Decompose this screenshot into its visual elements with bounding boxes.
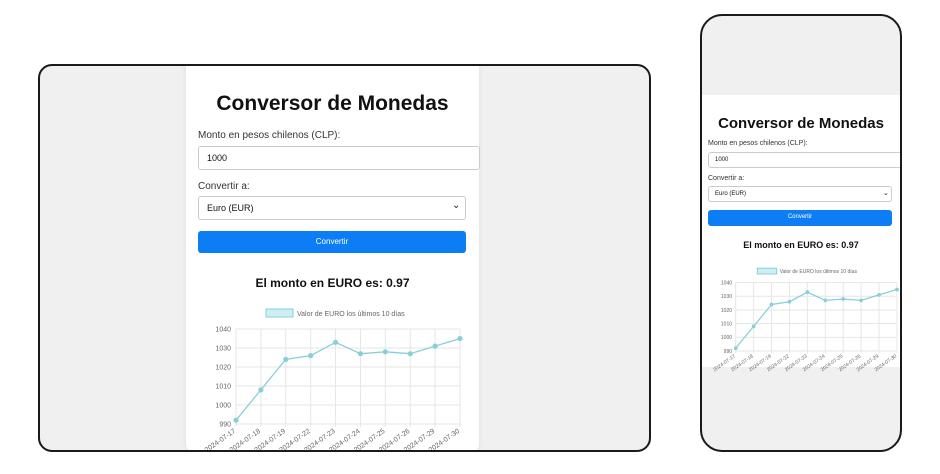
y-tick-label: 1000	[215, 403, 231, 410]
data-point	[382, 349, 388, 355]
y-tick-label: 1010	[215, 384, 231, 391]
result-text: El monto en EURO es: 0.97	[255, 276, 410, 290]
data-point	[787, 299, 792, 304]
y-tick-label: 1010	[721, 321, 732, 327]
data-point	[258, 387, 264, 393]
y-tick-label: 1020	[721, 308, 732, 314]
y-tick-label: 1000	[721, 335, 732, 341]
y-tick-label: 990	[724, 349, 733, 355]
data-point	[805, 290, 810, 295]
series-line	[235, 337, 461, 421]
y-tick-label: 1030	[215, 346, 231, 353]
converter-card: Conversor de Monedas Monto en pesos chil…	[702, 95, 900, 373]
series-line	[735, 288, 898, 349]
data-point	[859, 298, 863, 303]
converter-card: Conversor de Monedas Monto en pesos chil…	[186, 66, 480, 450]
y-tick-label: 1020	[215, 365, 231, 372]
y-tick-label: 1030	[721, 294, 732, 300]
amount-label: Monto en pesos chilenos (CLP):	[198, 130, 341, 141]
data-point	[733, 346, 738, 351]
history-chart: Valor de EURO los últimos 10 días 990 1000…	[712, 267, 899, 373]
data-point	[432, 343, 438, 349]
data-point	[357, 351, 364, 357]
amount-input[interactable]: 1000	[708, 152, 900, 168]
convert-to-label: Convertir a:	[708, 175, 745, 182]
data-point	[823, 298, 828, 303]
history-chart: Valor de EURO los últimos 10 días 990 1000…	[204, 308, 463, 450]
data-point	[841, 297, 846, 301]
chart-legend: Valor de EURO los últimos 10 días	[756, 267, 858, 275]
data-point	[457, 335, 463, 342]
data-point	[283, 356, 289, 362]
legend-label: Valor de EURO los últimos 10 días	[780, 269, 858, 275]
chart-legend: Valor de EURO los últimos 10 días	[265, 308, 405, 318]
mobile-viewport: Conversor de Monedas Monto en pesos chil…	[700, 14, 902, 452]
chevron-down-icon[interactable]: ⌄	[883, 189, 889, 197]
y-tick-label: 1040	[721, 280, 732, 286]
data-point	[769, 302, 774, 307]
page-title: Conversor de Monedas	[718, 115, 884, 132]
legend-swatch	[265, 308, 294, 318]
data-point	[407, 351, 413, 357]
amount-label: Monto en pesos chilenos (CLP):	[708, 140, 808, 147]
data-point	[895, 287, 899, 292]
currency-select[interactable]: Euro (EUR)	[198, 196, 466, 220]
data-point	[308, 353, 314, 359]
legend-label: Valor de EURO los últimos 10 días	[297, 311, 405, 318]
amount-input[interactable]: 1000	[198, 146, 480, 170]
convert-to-label: Convertir a:	[198, 181, 250, 192]
data-point	[332, 339, 339, 345]
legend-swatch	[756, 267, 778, 275]
data-point	[877, 293, 881, 297]
convert-button[interactable]: Convertir	[198, 231, 466, 253]
result-text: El monto en EURO es: 0.97	[743, 240, 859, 250]
page-title: Conversor de Monedas	[216, 92, 449, 115]
data-point	[233, 417, 239, 423]
desktop-viewport: Conversor de Monedas Monto en pesos chil…	[38, 64, 651, 452]
y-tick-label: 990	[219, 422, 231, 429]
y-tick-label: 1040	[215, 327, 231, 334]
convert-button[interactable]: Convertir	[708, 210, 892, 226]
data-point	[751, 324, 756, 329]
currency-select[interactable]: Euro (EUR)	[708, 186, 892, 202]
chevron-down-icon[interactable]: ⌄	[452, 200, 460, 211]
